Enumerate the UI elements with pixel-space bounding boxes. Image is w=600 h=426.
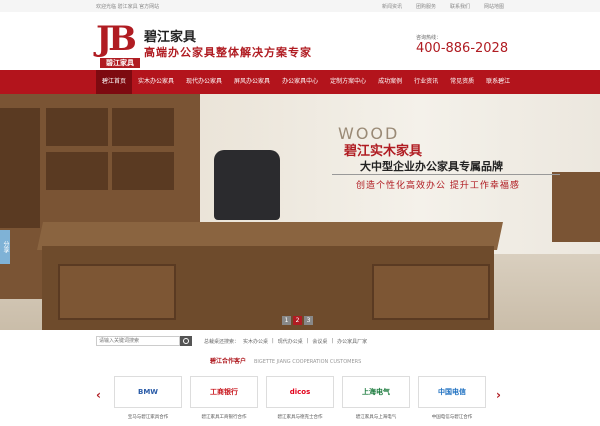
partner-card[interactable]: 工商银行碧江家具工商银行合作 (190, 376, 258, 420)
partner-logo: dicos (266, 376, 334, 408)
quick-link-contact[interactable]: 联系我们 (450, 3, 470, 10)
nav-item-cases[interactable]: 成功案例 (372, 70, 408, 94)
hotline-label: 咨询热线： (416, 35, 442, 41)
partner-card[interactable]: 中国电信中国电信与碧江合作 (418, 376, 486, 420)
prev-arrow[interactable]: ‹ (96, 388, 101, 402)
banner-chair (214, 150, 280, 220)
search-input[interactable] (96, 336, 180, 346)
quick-link-news[interactable]: 新闻资讯 (382, 3, 402, 10)
slogan: 高端办公家具整体解决方案专家 (144, 46, 312, 59)
partner-card[interactable]: BMW 宝马与碧江家具合作 (114, 376, 182, 420)
partner-card[interactable]: 上海电气碧江家具与上海电气 (342, 376, 410, 420)
banner-brand: 碧江实木家具 (344, 144, 423, 159)
quick-link-group[interactable]: 团购服务 (416, 3, 436, 10)
brand-name: 碧江家具 (144, 30, 197, 45)
page: 欢迎光临 碧江家具 官方网站 新闻资讯 团购服务 联系我们 网站地图 JB 碧江… (0, 0, 600, 426)
partners-subtitle: BIGETTE JIANG COOPERATION CUSTOMERS (253, 359, 362, 365)
partner-logo: 上海电气 (342, 376, 410, 408)
partner-caption: 中国电信与碧江合作 (431, 415, 473, 420)
partner-logo: 工商银行 (190, 376, 258, 408)
search-row: 总裁桌还搜索： 实木办公桌 | 现代办公桌 | 会议桌 | 办公家具厂家 (0, 330, 600, 352)
banner-divider (332, 174, 560, 175)
partner-caption: 碧江家具与上海电气 (355, 415, 397, 420)
welcome-text: 欢迎光临 碧江家具 官方网站 (96, 4, 160, 10)
banner-side-cabinet (552, 172, 600, 242)
quick-link-sitemap[interactable]: 网站地图 (484, 3, 504, 10)
logo-badge: 碧江家具 (100, 58, 140, 68)
hot-word[interactable]: 会议桌 (312, 338, 327, 345)
share-tab[interactable]: 分享 (0, 230, 10, 264)
main-nav: 碧江首页 实木办公家具 现代办公家具 屏风办公家具 办公家具中心 定制方案中心 … (0, 70, 600, 94)
desk-panel-right (372, 264, 490, 320)
hot-words: 总裁桌还搜索： 实木办公桌 | 现代办公桌 | 会议桌 | 办公家具厂家 (204, 338, 368, 345)
slide-indicators: 1 2 3 (282, 316, 313, 325)
slide-dot-1[interactable]: 1 (282, 316, 291, 325)
nav-item-custom[interactable]: 定制方案中心 (324, 70, 372, 94)
nav-item-contact[interactable]: 联系碧江 (480, 70, 516, 94)
nav-item-home[interactable]: 碧江首页 (96, 70, 133, 94)
banner-subtagline: 创造个性化高效办公 提升工作幸福感 (356, 181, 520, 191)
logo-letters: JB (96, 19, 137, 59)
partners-section: 碧江合作客户 BIGETTE JIANG COOPERATION CUSTOME… (0, 352, 600, 426)
hot-word[interactable]: 现代办公桌 (278, 338, 303, 345)
hot-word[interactable]: 办公家具厂家 (337, 338, 367, 345)
slide-dot-2[interactable]: 2 (293, 316, 302, 325)
partner-logo: BMW (114, 376, 182, 408)
header: JB 碧江家具 碧江家具 高端办公家具整体解决方案专家 咨询热线： 400-88… (0, 12, 600, 70)
nav-item-qualification[interactable]: 常见资质 (444, 70, 480, 94)
hero-banner[interactable]: WOOD 碧江实木家具 大中型企业办公家具专属品牌 创造个性化高效办公 提升工作… (0, 94, 600, 330)
partner-caption: 碧江家具与德克士合作 (277, 415, 323, 420)
logo[interactable]: JB 碧江家具 (96, 20, 140, 68)
partner-logo: 中国电信 (418, 376, 486, 408)
nav-item-modern[interactable]: 现代办公家具 (180, 70, 228, 94)
desk-panel-left (58, 264, 176, 320)
nav-item-news[interactable]: 行业资讯 (408, 70, 444, 94)
quick-links: 新闻资讯 团购服务 联系我们 网站地图 (382, 3, 504, 10)
hot-word[interactable]: 实木办公桌 (243, 338, 268, 345)
partner-caption: 碧江家具工商银行合作 (201, 415, 247, 420)
partner-cards: BMW 宝马与碧江家具合作 工商银行 碧江家具工商银行合作 dicos 碧江家具与德克士合… (114, 376, 486, 420)
slide-dot-3[interactable]: 3 (304, 316, 313, 325)
partner-caption: 宝马与碧江家具合作 (127, 415, 169, 420)
nav-item-center[interactable]: 办公家具中心 (276, 70, 324, 94)
nav-item-solid-wood[interactable]: 实木办公家具 (132, 70, 180, 94)
top-bar: 欢迎光临 碧江家具 官方网站 新闻资讯 团购服务 联系我们 网站地图 (0, 0, 600, 12)
hotline-number: 400-886-2028 (416, 41, 509, 56)
partners-heading: 碧江合作客户 BIGETTE JIANG COOPERATION CUSTOME… (210, 356, 361, 365)
partner-card[interactable]: dicos 碧江家具与德克士合作 (266, 376, 334, 420)
next-arrow[interactable]: › (496, 388, 501, 402)
hot-label: 总裁桌还搜索： (204, 339, 240, 345)
nav-item-screen[interactable]: 屏风办公家具 (228, 70, 276, 94)
partners-title: 碧江合作客户 (210, 358, 247, 365)
search-button[interactable] (180, 336, 192, 346)
banner-tagline: 大中型企业办公家具专属品牌 (360, 160, 503, 173)
